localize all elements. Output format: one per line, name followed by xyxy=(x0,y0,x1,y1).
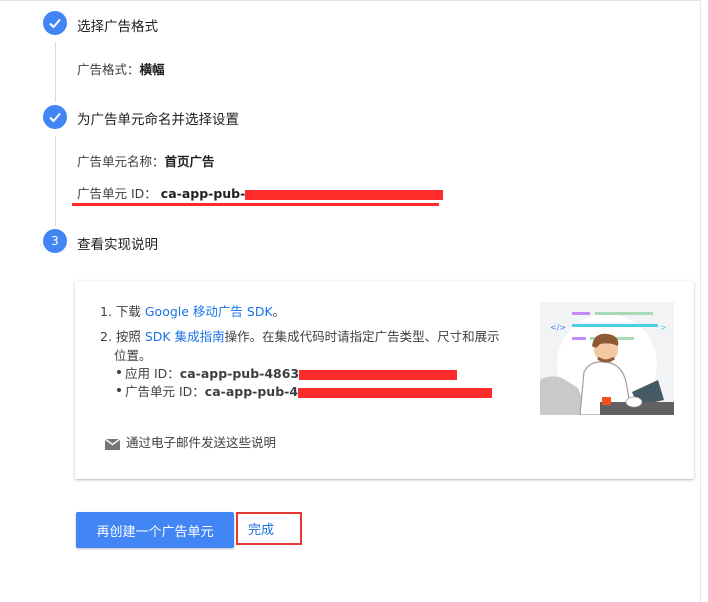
ad-format-label: 广告格式： xyxy=(77,62,140,77)
redaction-underline xyxy=(72,203,439,206)
app-id-redaction xyxy=(299,369,458,380)
top-divider xyxy=(0,0,700,1)
ad-unit-id-row: 广告单元 ID： ca-app-pub- xyxy=(77,183,444,202)
instruction-2-continuation: 位置。 xyxy=(114,348,152,363)
ad-format-row: 广告格式：横幅 xyxy=(77,59,165,78)
ad-unit-id-label: 广告单元 ID： xyxy=(77,186,157,201)
app-id-value: ca-app-pub-4863 xyxy=(179,366,300,381)
ad-unit-name-value: 首页广告 xyxy=(164,154,215,169)
instruction-download: 1. 下载 Google 移动广告 SDK。 xyxy=(100,301,285,320)
unit-id-row: 广告单元 ID：ca-app-pub-4 xyxy=(125,381,493,400)
done-button[interactable]: 完成 xyxy=(236,512,302,545)
instruction-1-suffix: 。 xyxy=(272,304,286,319)
step-2-connector xyxy=(55,136,56,226)
ad-unit-id-value: ca-app-pub- xyxy=(160,186,246,201)
ad-format-value: 横幅 xyxy=(139,62,165,77)
developer-illustration: </> > xyxy=(540,302,674,415)
step-3-title: 查看实现说明 xyxy=(77,237,158,253)
instruction-2-suffix: 操作。在集成代码时请指定广告类型、尺寸和展示 xyxy=(224,329,500,344)
instructions-card: 1. 下载 Google 移动广告 SDK。 2. 按照 SDK 集成指南操作。… xyxy=(75,281,694,479)
instruction-1-prefix: 1. 下载 xyxy=(100,304,145,319)
svg-text:</>: </> xyxy=(550,323,566,332)
svg-text:>: > xyxy=(660,323,667,332)
unit-id-label: 广告单元 ID： xyxy=(125,384,205,399)
unit-id-redaction xyxy=(298,387,493,398)
email-instructions-link[interactable]: 通过电子邮件发送这些说明 xyxy=(126,432,276,451)
right-divider xyxy=(700,0,701,602)
instruction-integrate: 2. 按照 SDK 集成指南操作。在集成代码时请指定广告类型、尺寸和展示 xyxy=(100,326,500,345)
bullet-icon xyxy=(117,388,121,392)
step-3-number-icon: 3 xyxy=(43,229,67,253)
ad-unit-name-label: 广告单元名称： xyxy=(77,154,165,169)
instruction-2-prefix: 2. 按照 xyxy=(100,329,145,344)
unit-id-value: ca-app-pub-4 xyxy=(204,384,299,399)
step-1-check-icon xyxy=(43,11,67,35)
app-id-label: 应用 ID： xyxy=(125,366,180,381)
email-icon xyxy=(104,435,121,454)
sdk-download-link[interactable]: Google 移动广告 SDK xyxy=(145,304,273,319)
step-1-connector xyxy=(55,42,56,102)
bullet-icon xyxy=(117,370,121,374)
ad-unit-name-row: 广告单元名称：首页广告 xyxy=(77,151,215,170)
app-id-row: 应用 ID：ca-app-pub-4863 xyxy=(125,363,458,382)
step-2-title: 为广告单元命名并选择设置 xyxy=(77,112,239,128)
done-button-label: 完成 xyxy=(248,523,275,538)
sdk-guide-link[interactable]: SDK 集成指南 xyxy=(145,329,225,344)
step-2-check-icon xyxy=(43,105,67,129)
step-1-title: 选择广告格式 xyxy=(77,19,158,35)
ad-unit-id-redaction xyxy=(245,189,444,200)
create-another-ad-unit-button[interactable]: 再创建一个广告单元 xyxy=(76,512,234,548)
